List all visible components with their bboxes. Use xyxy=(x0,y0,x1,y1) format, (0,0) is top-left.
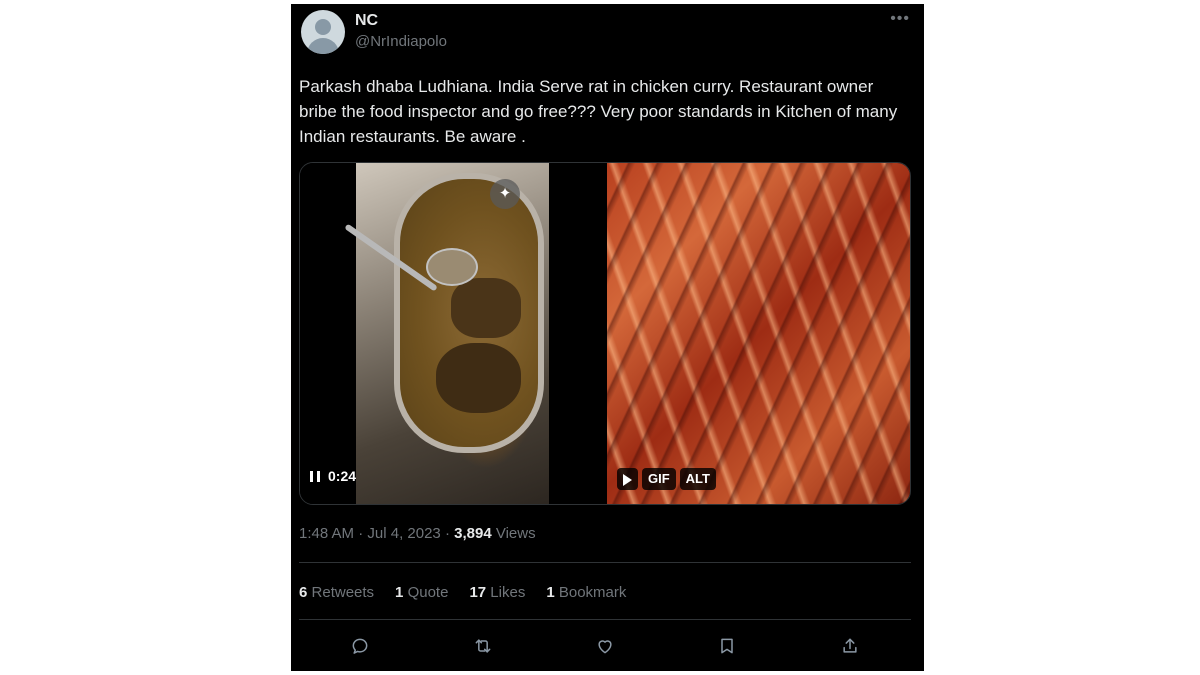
bookmark-icon xyxy=(721,638,734,654)
gif-media[interactable]: GIF ALT xyxy=(607,163,910,504)
pause-icon[interactable] xyxy=(310,470,320,482)
retweets-count: 6 xyxy=(299,584,308,601)
avatar-body xyxy=(307,38,339,54)
divider xyxy=(299,619,911,620)
bookmarks-stat[interactable]: 1 Bookmark xyxy=(546,584,626,601)
video-frame: ✦ xyxy=(344,163,549,504)
quotes-stat[interactable]: 1 Quote xyxy=(395,584,448,601)
more-icon[interactable]: ••• xyxy=(890,10,910,28)
tweet-time[interactable]: 1:48 AM xyxy=(299,525,354,542)
video-duration: 0:24 xyxy=(328,468,357,484)
tweet-meta: 1:48 AM · Jul 4, 2023 · 3,894 Views xyxy=(299,525,536,542)
gif-badges: GIF ALT xyxy=(617,468,716,490)
meta-separator: · xyxy=(358,525,364,542)
like-icon xyxy=(598,640,612,654)
curry-piece xyxy=(451,278,521,338)
likes-stat[interactable]: 17 Likes xyxy=(469,584,525,601)
video-media[interactable]: ✦ 0:24 xyxy=(300,163,605,504)
media-grid: ✦ 0:24 GIF ALT xyxy=(299,162,911,505)
author-display-name[interactable]: NC xyxy=(355,12,378,30)
curry-piece xyxy=(436,343,521,413)
spoon-head xyxy=(426,248,478,286)
meta-separator: · xyxy=(444,525,450,542)
retweet-button[interactable] xyxy=(465,632,501,660)
play-icon xyxy=(623,473,632,486)
likes-count: 17 xyxy=(469,584,487,601)
gif-badge: GIF xyxy=(642,468,676,490)
avatar[interactable] xyxy=(301,10,345,54)
play-button[interactable] xyxy=(617,468,638,490)
share-icon xyxy=(843,638,857,653)
author-handle[interactable]: @NrIndiapolo xyxy=(355,33,447,50)
quotes-label: Quote xyxy=(407,584,449,601)
retweets-stat[interactable]: 6 Retweets xyxy=(299,584,374,601)
divider xyxy=(299,562,911,563)
bookmarks-label: Bookmark xyxy=(558,584,627,601)
retweets-label: Retweets xyxy=(311,584,375,601)
share-button[interactable] xyxy=(832,632,868,660)
reply-button[interactable] xyxy=(342,632,378,660)
engagement-stats: 6 Retweets 1 Quote 17 Likes 1 Bookmark xyxy=(299,584,626,601)
views-count: 3,894 xyxy=(454,525,492,542)
sparkle-icon[interactable]: ✦ xyxy=(490,179,520,209)
likes-label: Likes xyxy=(490,584,526,601)
reply-icon xyxy=(352,638,368,654)
like-button[interactable] xyxy=(587,632,623,660)
action-bar xyxy=(299,632,911,660)
alt-badge[interactable]: ALT xyxy=(679,468,716,490)
bookmark-button[interactable] xyxy=(709,632,745,660)
video-controls: 0:24 xyxy=(310,468,356,484)
bookmarks-count: 1 xyxy=(546,584,555,601)
tweet-card: NC @NrIndiapolo ••• Parkash dhaba Ludhia… xyxy=(291,4,924,671)
avatar-head xyxy=(315,19,331,35)
views-label: Views xyxy=(495,525,536,542)
quotes-count: 1 xyxy=(395,584,404,601)
tweet-date[interactable]: Jul 4, 2023 xyxy=(367,525,440,542)
retweet-icon xyxy=(475,639,490,653)
tweet-text: Parkash dhaba Ludhiana. India Serve rat … xyxy=(299,77,898,146)
